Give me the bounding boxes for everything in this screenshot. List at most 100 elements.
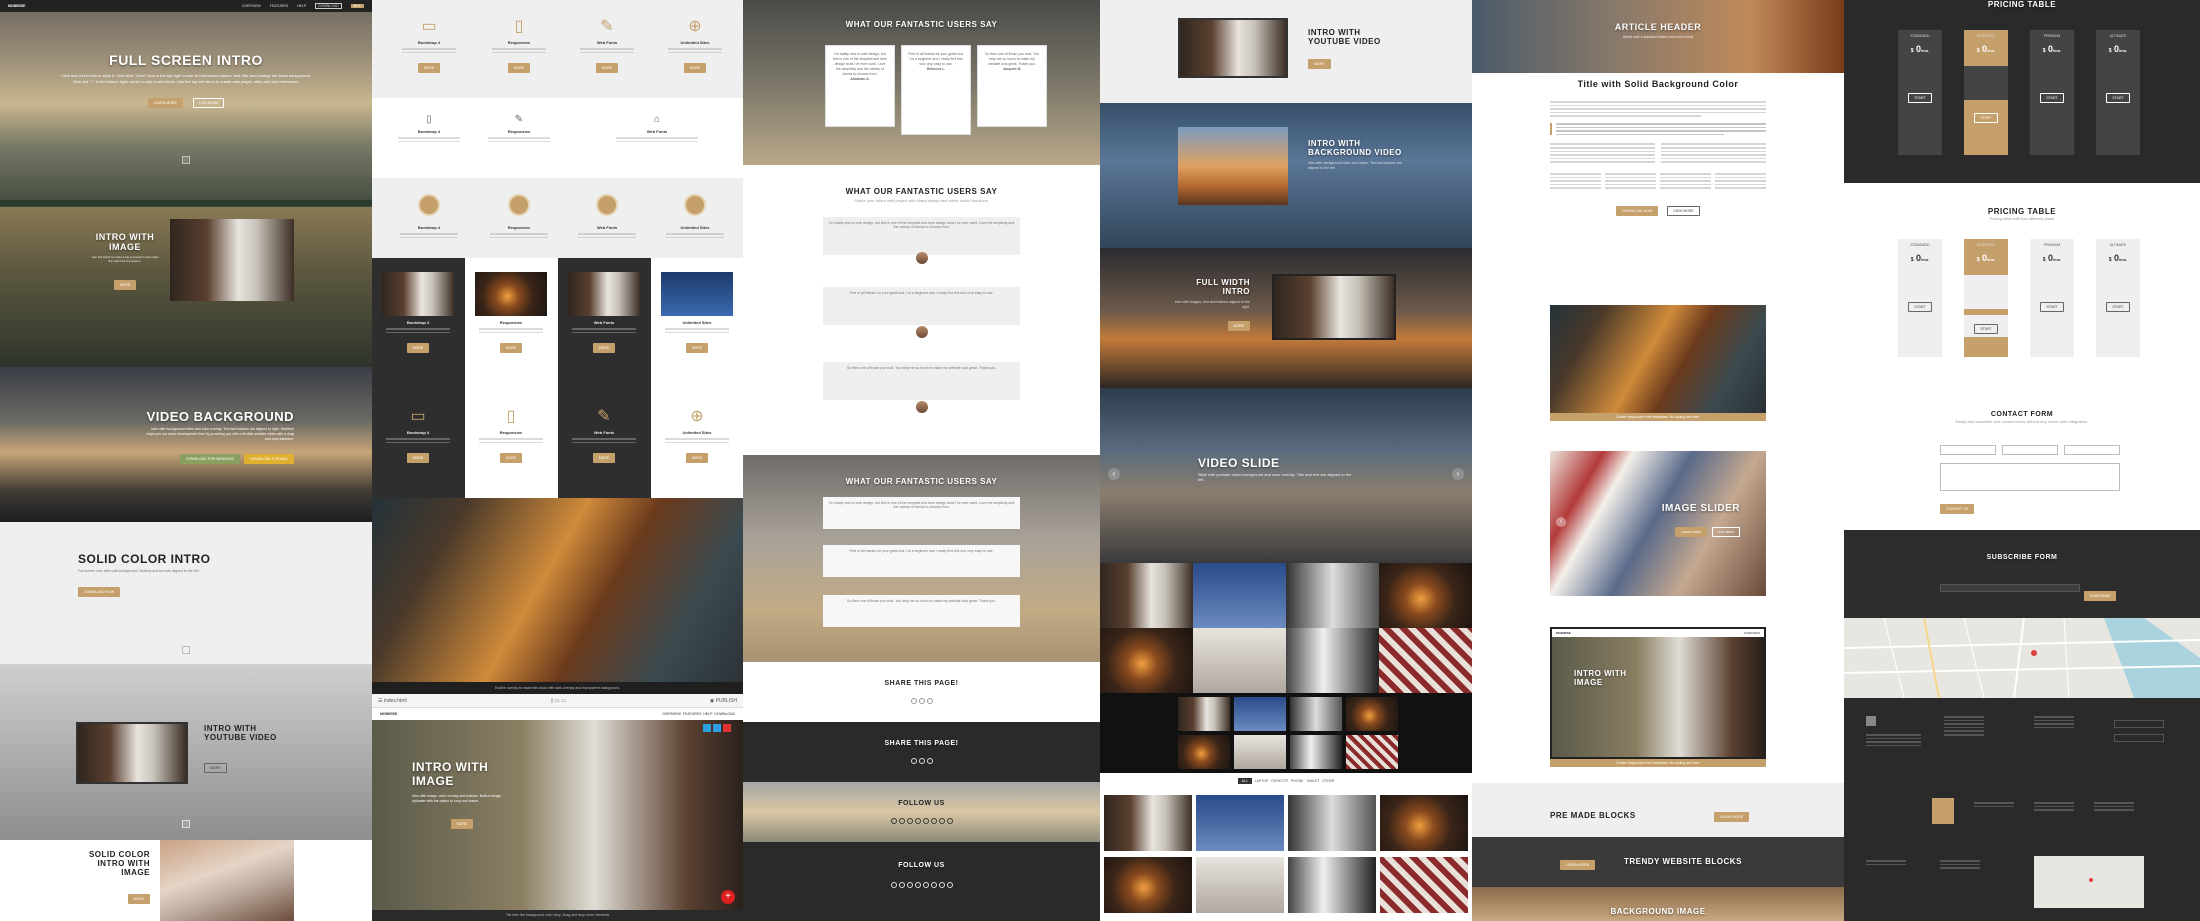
arrows-icon[interactable] xyxy=(703,724,711,732)
feature-more-button[interactable]: MORE xyxy=(406,343,430,354)
download-windows-button[interactable]: DOWNLOAD FOR WINDOWS xyxy=(180,454,240,464)
desktop-view-icon[interactable]: ▭ xyxy=(561,698,566,704)
mobile-view-icon[interactable]: ▯ xyxy=(551,698,554,704)
editor-intro-text[interactable]: Intro with image, color overlay and butt… xyxy=(412,794,512,804)
nav-item-features[interactable]: FEATURES xyxy=(270,4,288,8)
site-brand[interactable]: MOBIRISE xyxy=(380,712,397,716)
feature-more-button[interactable]: MORE xyxy=(417,63,441,74)
publish-button[interactable]: PUBLISH xyxy=(716,698,737,704)
facebook-icon[interactable] xyxy=(918,698,925,704)
trendy-learn-more-button[interactable]: LEARN MORE xyxy=(1560,860,1596,870)
brand-logo[interactable]: MOBIRISE xyxy=(8,4,25,8)
feature-more-button[interactable]: MORE xyxy=(683,63,707,74)
hamburger-menu-icon[interactable]: ☰ xyxy=(378,698,382,704)
gallery-image[interactable] xyxy=(1100,628,1193,693)
filter-phone[interactable]: PHONE xyxy=(1291,779,1303,783)
twitter-icon[interactable] xyxy=(910,758,917,764)
scroll-down-icon[interactable] xyxy=(182,820,190,828)
plan-start-button[interactable]: START xyxy=(1908,302,1932,312)
feature-more-button[interactable]: MORE xyxy=(685,343,709,354)
gallery-image[interactable] xyxy=(1346,697,1398,731)
prev-slide-icon[interactable]: ‹ xyxy=(1556,517,1566,527)
message-field[interactable] xyxy=(1940,463,2120,491)
scroll-down-icon[interactable] xyxy=(182,646,190,654)
google-plus-icon[interactable] xyxy=(906,882,913,888)
download-now-button[interactable]: DOWNLOAD NOW xyxy=(78,587,121,597)
filter-tablet[interactable]: TABLET xyxy=(1306,779,1319,783)
gallery-image[interactable] xyxy=(1178,697,1230,731)
gallery-image[interactable] xyxy=(1196,795,1284,851)
email-field[interactable] xyxy=(2002,445,2058,455)
feature-more-button[interactable]: MORE xyxy=(595,63,619,74)
github-icon[interactable] xyxy=(946,818,953,824)
gallery-image[interactable] xyxy=(1234,697,1286,731)
gallery-image[interactable] xyxy=(1193,563,1286,628)
trash-icon[interactable] xyxy=(723,724,731,732)
gallery-image[interactable] xyxy=(1104,857,1192,913)
video-thumbnail[interactable] xyxy=(76,722,188,784)
nav-item-download[interactable]: DOWNLOAD xyxy=(315,3,342,9)
plan-start-button[interactable]: START xyxy=(1908,93,1932,103)
gallery-image[interactable] xyxy=(1380,857,1468,913)
scroll-down-icon[interactable] xyxy=(182,156,190,164)
linkedin-icon[interactable] xyxy=(938,882,945,888)
site-nav-help[interactable]: HELP xyxy=(703,712,712,716)
preview-eye-icon[interactable]: ◉ xyxy=(710,698,714,704)
facebook-icon[interactable] xyxy=(918,758,925,764)
site-nav-features[interactable]: FEATURES xyxy=(683,712,701,716)
google-plus-icon[interactable] xyxy=(906,818,913,824)
gallery-image[interactable] xyxy=(1100,563,1193,628)
phone-field[interactable] xyxy=(2064,445,2120,455)
filter-all[interactable]: ALL xyxy=(1237,778,1252,784)
footer-email-input[interactable] xyxy=(2114,720,2164,728)
filter-desktop[interactable]: DESKTOP xyxy=(1271,779,1288,783)
nav-item-buy[interactable]: BUY xyxy=(350,4,364,8)
gallery-image[interactable] xyxy=(1290,735,1342,769)
twitter-icon[interactable] xyxy=(890,882,897,888)
more-button[interactable]: MORE xyxy=(113,280,137,290)
plan-start-button[interactable]: START xyxy=(2106,93,2130,103)
slider-learn-more-button[interactable]: LEARN MORE xyxy=(1675,527,1708,537)
google-plus-icon[interactable] xyxy=(926,698,933,704)
feature-more-button[interactable]: MORE xyxy=(592,453,616,464)
contact-submit-button[interactable]: CONTACT US xyxy=(1940,504,1975,514)
facebook-icon[interactable] xyxy=(898,818,905,824)
feature-more-button[interactable]: MORE xyxy=(499,453,523,464)
gallery-image[interactable] xyxy=(1286,563,1379,628)
site-nav-download[interactable]: DOWNLOAD xyxy=(714,712,735,716)
feature-more-button[interactable]: MORE xyxy=(499,343,523,354)
slider-live-demo-button[interactable]: LIVE DEMO xyxy=(1711,527,1740,537)
nav-item-overview[interactable]: OVERVIEW xyxy=(242,4,261,8)
facebook-icon[interactable] xyxy=(898,882,905,888)
youtube-icon[interactable] xyxy=(930,882,937,888)
gallery-image[interactable] xyxy=(1286,628,1379,693)
instagram-icon[interactable] xyxy=(922,818,929,824)
gallery-image[interactable] xyxy=(1288,857,1376,913)
pinterest-icon[interactable] xyxy=(914,818,921,824)
tablet-view-icon[interactable]: ▭ xyxy=(555,698,560,704)
pinterest-icon[interactable] xyxy=(914,882,921,888)
name-field[interactable] xyxy=(1940,445,1996,455)
filter-laptop[interactable]: LAPTOP xyxy=(1255,779,1269,783)
filter-other[interactable]: OTHER xyxy=(1322,779,1334,783)
plan-start-button[interactable]: START xyxy=(2040,93,2064,103)
prev-slide-icon[interactable]: ‹ xyxy=(1108,468,1120,480)
gallery-image[interactable] xyxy=(1288,795,1376,851)
gallery-image[interactable] xyxy=(1196,857,1284,913)
twitter-icon[interactable] xyxy=(890,818,897,824)
plan-start-button[interactable]: START xyxy=(2106,302,2130,312)
article-download-button[interactable]: DOWNLOAD NOW xyxy=(1616,205,1659,216)
subscribe-email-input[interactable] xyxy=(1940,584,2080,592)
live-demo-button[interactable]: LIVE DEMO xyxy=(193,98,225,108)
map[interactable] xyxy=(1844,618,2200,698)
feature-more-button[interactable]: MORE xyxy=(507,63,531,74)
feature-more-button[interactable]: MORE xyxy=(592,343,616,354)
youtube-icon[interactable] xyxy=(930,818,937,824)
site-nav-overview[interactable]: OVERVIEW xyxy=(662,712,681,716)
gear-icon[interactable] xyxy=(713,724,721,732)
footer-message-input[interactable] xyxy=(2114,734,2164,742)
video-thumbnail[interactable] xyxy=(1178,18,1288,78)
learn-more-button[interactable]: LEARN MORE xyxy=(147,98,183,108)
gallery-image[interactable] xyxy=(1104,795,1192,851)
subscribe-button[interactable]: SUBSCRIBE xyxy=(2084,591,2117,601)
